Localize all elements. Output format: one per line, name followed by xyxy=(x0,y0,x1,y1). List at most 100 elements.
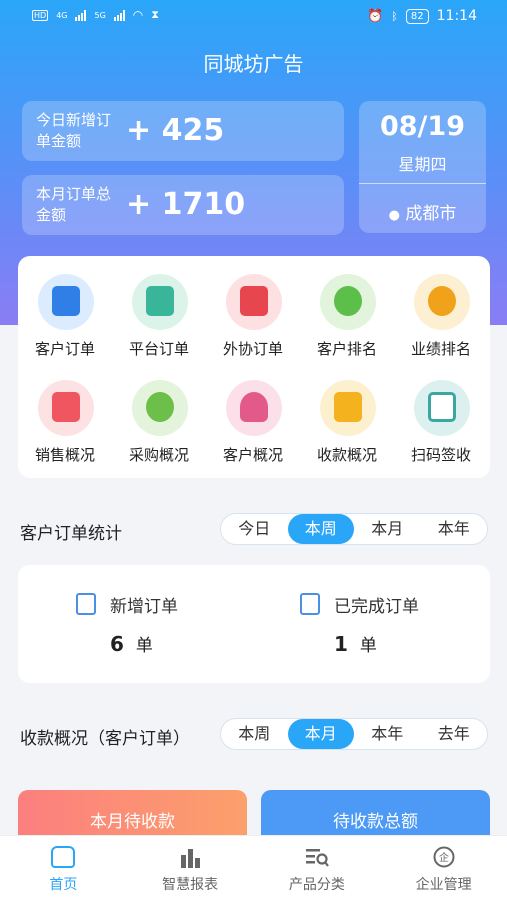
menu-label: 采购概况 xyxy=(128,446,189,464)
alarm-icon: ⏰ xyxy=(367,8,384,24)
tab-this-month[interactable]: 本月 xyxy=(287,719,354,749)
done-orders-label: 已完成订单 xyxy=(334,597,419,617)
total-pending-label: 待收款总额 xyxy=(333,812,418,832)
document-add-icon xyxy=(76,593,96,615)
new-orders-stat[interactable]: 新增订单 6单 xyxy=(18,587,254,667)
city-selector[interactable]: ● 成都市 xyxy=(359,199,486,224)
menu-label: 销售概况 xyxy=(34,446,95,464)
weekday-text: 星期四 xyxy=(398,155,447,174)
menu-label: 平台订单 xyxy=(128,340,189,358)
menu-label: 客户概况 xyxy=(222,446,283,464)
city-text: 成都市 xyxy=(405,204,457,224)
tab-label: 产品分类 xyxy=(288,877,345,893)
menu-item-collection-overview[interactable]: 收款概况 xyxy=(300,368,394,468)
menu-label: 扫码签收 xyxy=(410,446,471,464)
clock: 11:14 xyxy=(436,8,477,24)
new-orders-count: 6 xyxy=(110,632,124,656)
month-amount-label: 本月订单总金额 xyxy=(36,185,112,224)
date-card: 08/19 星期四 ● 成都市 xyxy=(359,101,486,233)
menu-item-outsource-order[interactable]: 外协订单 xyxy=(206,262,300,362)
today-amount-label: 今日新增订单金额 xyxy=(36,111,112,150)
tab-enterprise[interactable]: 企 企业管理 xyxy=(380,836,507,900)
tab-today[interactable]: 今日 xyxy=(221,514,288,544)
menu-label: 外协订单 xyxy=(222,340,283,358)
tab-reports[interactable]: 智慧报表 xyxy=(127,836,254,900)
tab-label: 企业管理 xyxy=(415,877,472,893)
tab-last-year[interactable]: 去年 xyxy=(421,719,488,749)
tab-label: 首页 xyxy=(49,877,78,893)
page-title: 同城坊广告 xyxy=(203,52,304,76)
location-pin-icon: ● xyxy=(388,208,400,223)
new-orders-label: 新增订单 xyxy=(110,597,178,617)
pending-collection-label: 本月待收款 xyxy=(90,812,175,832)
collection-title: 收款概况（客户订单） xyxy=(20,729,190,749)
document-check-icon xyxy=(300,593,320,615)
hd-badge: HD xyxy=(32,9,49,21)
enterprise-icon: 企 xyxy=(432,846,456,868)
date-divider xyxy=(359,183,486,184)
signal-icon-2 xyxy=(113,9,125,21)
menu-item-customer-order[interactable]: 客户订单 xyxy=(18,262,112,362)
network-4g-label: 4G xyxy=(56,10,68,20)
tab-this-week[interactable]: 本周 xyxy=(287,514,354,544)
pending-collection-card[interactable]: 本月待收款 xyxy=(18,790,247,838)
tab-this-month[interactable]: 本月 xyxy=(354,514,421,544)
menu-label: 客户排名 xyxy=(316,340,377,358)
platform-order-icon xyxy=(132,274,188,330)
menu-label: 业绩排名 xyxy=(410,340,471,358)
menu-item-performance-rank[interactable]: 业绩排名 xyxy=(394,262,488,362)
product-search-icon xyxy=(305,846,329,868)
bluetooth-icon: ᛒ xyxy=(391,9,398,23)
svg-text:企: 企 xyxy=(439,851,449,864)
network-5g-label: 5G xyxy=(94,10,106,20)
order-stats-title: 客户订单统计 xyxy=(20,524,122,544)
tab-this-year[interactable]: 本年 xyxy=(354,719,421,749)
function-menu: 客户订单 平台订单 外协订单 客户排名 业绩排名 销售概况 采购概况 客户概况 … xyxy=(18,256,490,478)
tab-home[interactable]: 首页 xyxy=(0,836,127,900)
done-orders-stat[interactable]: 已完成订单 1单 xyxy=(254,587,490,667)
wifi-icon: ◠ xyxy=(132,8,144,22)
customer-overview-icon xyxy=(226,380,282,436)
scan-sign-icon xyxy=(414,380,470,436)
order-stats-period-tabs: 今日 本周 本月 本年 xyxy=(220,513,488,545)
sales-overview-icon xyxy=(38,380,94,436)
hourglass-icon: ⧗ xyxy=(151,8,159,21)
tab-products[interactable]: 产品分类 xyxy=(254,836,381,900)
home-icon xyxy=(51,846,76,868)
tab-label: 智慧报表 xyxy=(162,877,219,893)
menu-label: 客户订单 xyxy=(34,340,95,358)
month-amount-card[interactable]: 本月订单总金额 + 1710 xyxy=(22,175,344,235)
done-orders-unit: 单 xyxy=(359,636,377,656)
done-orders-count: 1 xyxy=(334,632,348,656)
menu-item-platform-order[interactable]: 平台订单 xyxy=(112,262,206,362)
date-text: 08/19 xyxy=(379,111,465,142)
customer-rank-icon xyxy=(320,274,376,330)
tab-this-week[interactable]: 本周 xyxy=(221,719,288,749)
menu-item-customer-rank[interactable]: 客户排名 xyxy=(300,262,394,362)
today-amount-card[interactable]: 今日新增订单金额 + 425 xyxy=(22,101,344,161)
menu-item-sales-overview[interactable]: 销售概况 xyxy=(18,368,112,468)
month-amount-value: + 1710 xyxy=(126,187,246,222)
menu-label: 收款概况 xyxy=(316,446,377,464)
customer-order-icon xyxy=(38,274,94,330)
today-amount-value: + 425 xyxy=(126,113,225,148)
total-pending-card[interactable]: 待收款总额 xyxy=(261,790,490,838)
performance-rank-icon xyxy=(414,274,470,330)
menu-item-purchase-overview[interactable]: 采购概况 xyxy=(112,368,206,468)
collection-period-tabs: 本周 本月 本年 去年 xyxy=(220,718,488,750)
menu-item-scan-sign[interactable]: 扫码签收 xyxy=(394,368,488,468)
order-stats-panel: 新增订单 6单 已完成订单 1单 xyxy=(18,565,490,683)
new-orders-unit: 单 xyxy=(135,636,153,656)
collection-overview-icon xyxy=(320,380,376,436)
purchase-overview-icon xyxy=(132,380,188,436)
new-orders-value: 6单 xyxy=(110,631,153,656)
battery-icon: 82 xyxy=(405,8,429,24)
status-bar: HD 4G 5G ◠ ⧗ ⏰ ᛒ 82 11:14 xyxy=(0,0,507,34)
menu-item-customer-overview[interactable]: 客户概况 xyxy=(206,368,300,468)
outsource-order-icon xyxy=(226,274,282,330)
bottom-tab-bar: 首页 智慧报表 产品分类 企 企业管理 xyxy=(0,835,507,900)
done-orders-value: 1单 xyxy=(334,631,377,656)
tab-this-year[interactable]: 本年 xyxy=(421,514,488,544)
signal-icon xyxy=(75,9,87,21)
bar-chart-icon xyxy=(178,846,202,868)
